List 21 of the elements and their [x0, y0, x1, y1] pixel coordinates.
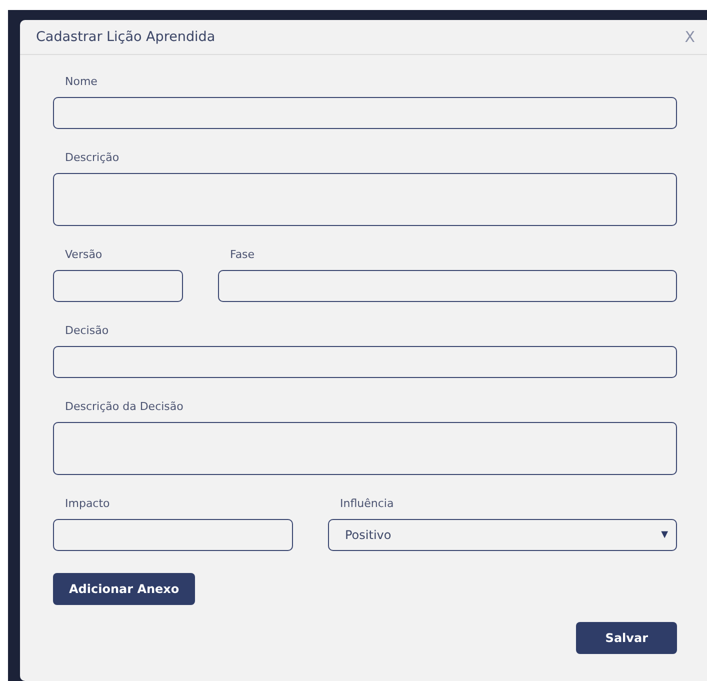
field-label: Nome — [64, 75, 98, 89]
input-field[interactable] — [53, 519, 293, 551]
field-label: Fase — [229, 248, 256, 262]
text-area[interactable] — [53, 422, 677, 475]
field-label: Versão — [64, 248, 104, 262]
select-field[interactable]: Positivo ▼ — [328, 519, 677, 551]
select-value: Positivo — [345, 528, 392, 542]
attach-button[interactable]: Adicionar Anexo — [53, 573, 196, 605]
input-field[interactable] — [53, 270, 183, 302]
field-label: Influência — [339, 497, 395, 511]
input-field[interactable] — [218, 270, 677, 302]
input-field[interactable] — [53, 97, 677, 129]
text-area[interactable] — [53, 173, 677, 226]
field-label: Descrição da Decisão — [64, 400, 184, 414]
field-label: Descrição — [64, 151, 120, 165]
save-button[interactable]: Salvar — [576, 622, 677, 654]
dropdown-arrow: ▼ — [661, 530, 668, 540]
dialog-title: Cadastrar Lição Aprendida — [36, 29, 216, 45]
input-field[interactable] — [53, 346, 677, 378]
field-label: Impacto — [64, 497, 111, 511]
field-label: Decisão — [64, 324, 110, 338]
